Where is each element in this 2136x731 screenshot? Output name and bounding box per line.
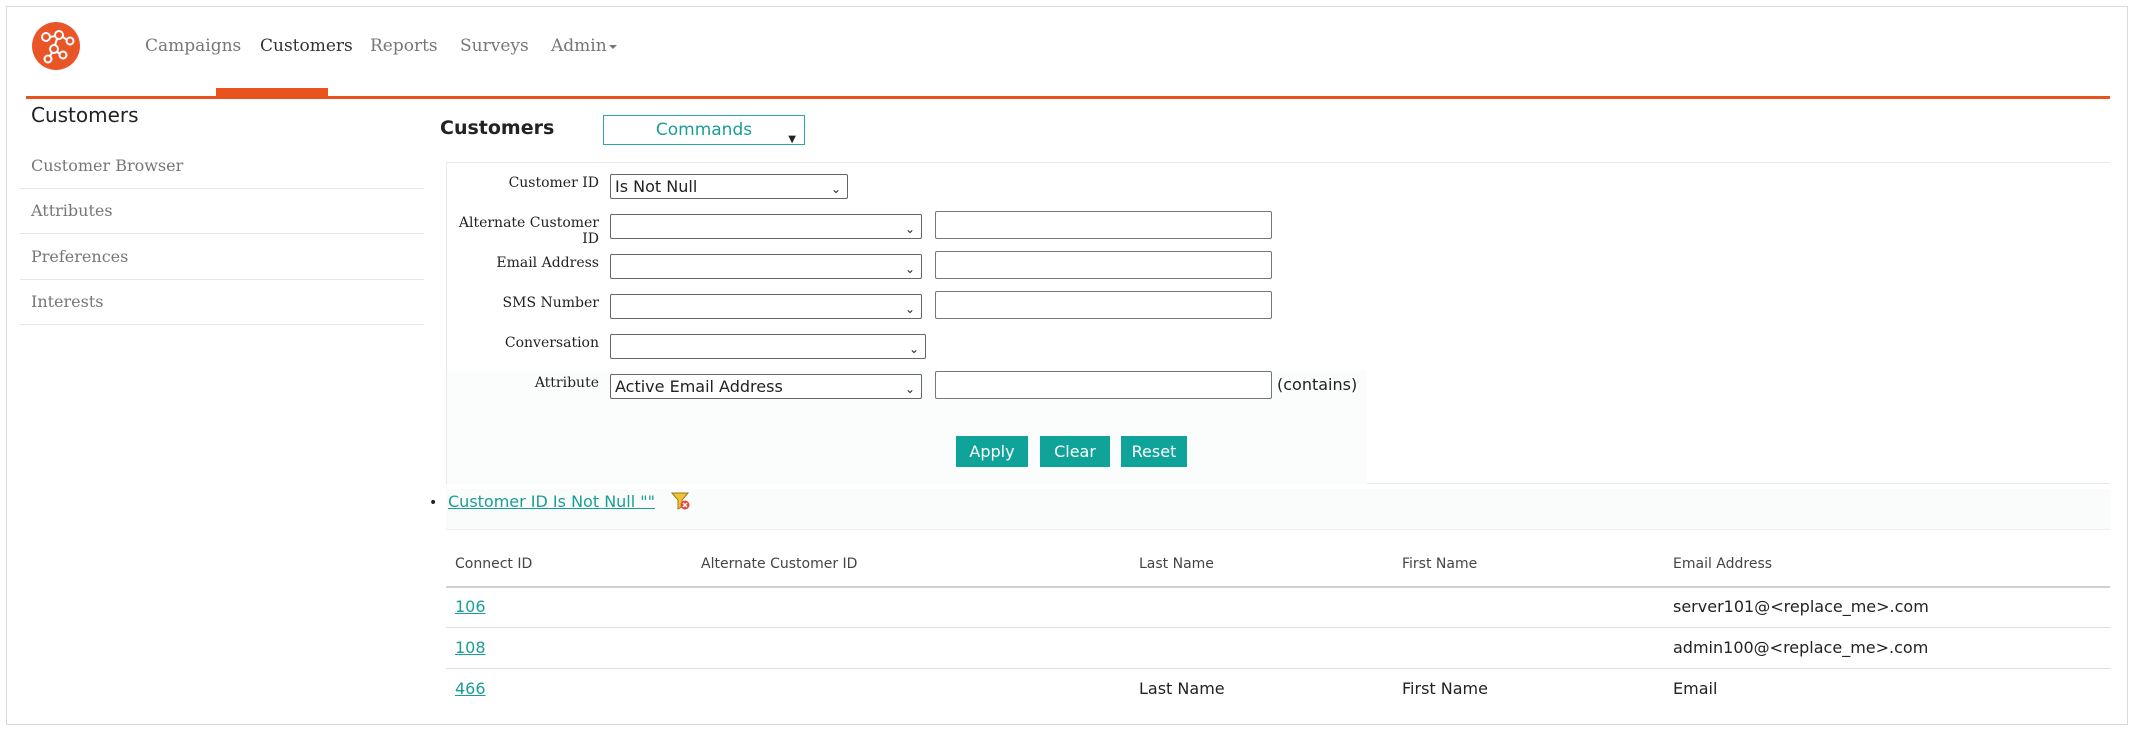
nav-surveys[interactable]: Surveys bbox=[460, 36, 529, 56]
nav-active-indicator bbox=[216, 88, 328, 96]
first-name-cell: First Name bbox=[1402, 679, 1488, 698]
alternate-customer-id-label: Alternate Customer ID bbox=[458, 215, 599, 247]
chevron-down-icon: ⌄ bbox=[830, 182, 841, 196]
active-filters-bar bbox=[446, 489, 2110, 530]
connect-id-link[interactable]: 466 bbox=[455, 679, 486, 698]
sidebar-item-attributes[interactable]: Attributes bbox=[20, 189, 424, 234]
column-header-first-name[interactable]: First Name bbox=[1402, 556, 1477, 572]
nav-reports[interactable]: Reports bbox=[370, 36, 438, 56]
chevron-down-icon: ⌄ bbox=[904, 222, 915, 236]
nav-admin-label: Admin bbox=[551, 36, 607, 56]
customer-id-label: Customer ID bbox=[508, 175, 599, 191]
email-address-label: Email Address bbox=[496, 255, 599, 271]
sidebar-item-interests[interactable]: Interests bbox=[20, 280, 424, 325]
email-cell: server101@<replace_me>.com bbox=[1673, 597, 1929, 616]
alternate-customer-id-operator-select[interactable]: ⌄ bbox=[610, 214, 922, 239]
nav-admin[interactable]: Admin bbox=[551, 36, 617, 56]
customer-id-operator-value: Is Not Null bbox=[615, 177, 698, 196]
email-address-input[interactable] bbox=[935, 251, 1272, 279]
clear-button[interactable]: Clear bbox=[1040, 436, 1110, 467]
chevron-down-icon: ⌄ bbox=[908, 342, 919, 356]
apply-button[interactable]: Apply bbox=[956, 436, 1028, 467]
sidebar-item-preferences[interactable]: Preferences bbox=[20, 235, 424, 280]
email-cell: Email bbox=[1673, 679, 1718, 698]
customer-id-operator-select[interactable]: Is Not Null ⌄ bbox=[610, 174, 848, 199]
app-logo-icon[interactable] bbox=[32, 22, 80, 70]
sidebar-title: Customers bbox=[31, 103, 139, 127]
attribute-match-hint: (contains) bbox=[1277, 375, 1358, 394]
filter-remove-icon[interactable] bbox=[670, 491, 691, 515]
last-name-cell: Last Name bbox=[1139, 679, 1225, 698]
connect-id-link[interactable]: 108 bbox=[455, 638, 486, 657]
page-title: Customers bbox=[440, 117, 555, 139]
attribute-selected-value: Active Email Address bbox=[615, 377, 783, 396]
alternate-customer-id-input[interactable] bbox=[935, 211, 1272, 239]
sms-number-label: SMS Number bbox=[502, 295, 599, 311]
bullet-marker: • bbox=[429, 495, 438, 511]
active-filter-link[interactable]: Customer ID Is Not Null "" bbox=[448, 492, 655, 511]
nav-customers[interactable]: Customers bbox=[260, 36, 353, 56]
commands-dropdown[interactable]: Commands ▼ bbox=[603, 115, 805, 145]
nav-divider bbox=[26, 96, 2110, 99]
nav-campaigns[interactable]: Campaigns bbox=[145, 36, 241, 56]
commands-label: Commands bbox=[655, 120, 753, 140]
attribute-select[interactable]: Active Email Address ⌄ bbox=[610, 374, 922, 399]
sms-number-input[interactable] bbox=[935, 291, 1272, 319]
conversation-label: Conversation bbox=[504, 335, 599, 351]
chevron-down-icon: ⌄ bbox=[904, 302, 915, 316]
filter-panel bbox=[446, 162, 2110, 484]
email-cell: admin100@<replace_me>.com bbox=[1673, 638, 1929, 657]
email-address-operator-select[interactable]: ⌄ bbox=[610, 254, 922, 279]
column-header-last-name[interactable]: Last Name bbox=[1139, 556, 1214, 572]
reset-button[interactable]: Reset bbox=[1121, 436, 1187, 467]
sms-number-operator-select[interactable]: ⌄ bbox=[610, 294, 922, 319]
sidebar-item-customer-browser[interactable]: Customer Browser bbox=[20, 144, 424, 189]
attribute-value-input[interactable] bbox=[935, 371, 1272, 399]
conversation-select[interactable]: ⌄ bbox=[610, 334, 926, 359]
table-row bbox=[446, 668, 2110, 709]
connect-id-link[interactable]: 106 bbox=[455, 597, 486, 616]
attribute-label: Attribute bbox=[534, 375, 599, 391]
column-header-connect-id[interactable]: Connect ID bbox=[455, 556, 532, 572]
chevron-down-icon: ⌄ bbox=[904, 382, 915, 396]
column-header-alternate-customer-id[interactable]: Alternate Customer ID bbox=[701, 556, 857, 572]
chevron-down-icon: ⌄ bbox=[904, 262, 915, 276]
column-header-email-address[interactable]: Email Address bbox=[1673, 556, 1772, 572]
caret-down-icon bbox=[608, 44, 617, 49]
dropdown-arrow-icon: ▼ bbox=[788, 134, 796, 145]
